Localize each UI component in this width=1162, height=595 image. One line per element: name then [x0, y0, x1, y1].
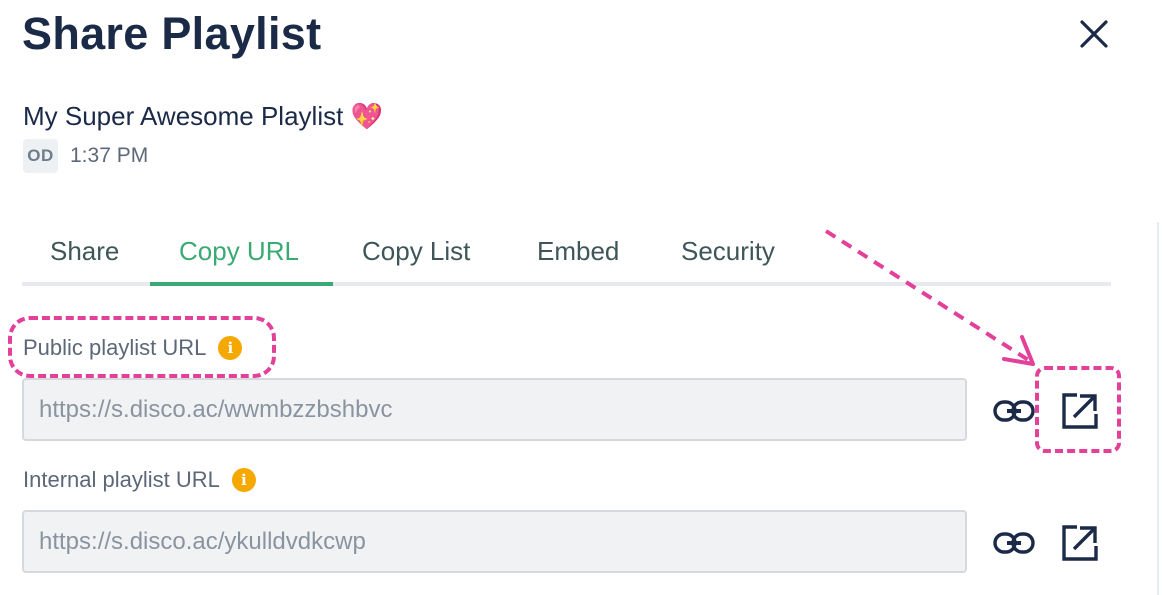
- tab-copy-url[interactable]: Copy URL: [179, 236, 299, 267]
- info-icon[interactable]: i: [218, 336, 243, 360]
- link-icon: [993, 532, 1035, 554]
- avatar: OD: [23, 139, 58, 173]
- public-url-label: Public playlist URL i: [23, 335, 243, 361]
- active-tab-indicator: [150, 282, 333, 286]
- open-internal-link-button[interactable]: [1058, 521, 1102, 565]
- dialog-title: Share Playlist: [22, 8, 322, 59]
- close-icon: [1080, 20, 1108, 48]
- timestamp: 1:37 PM: [70, 144, 149, 167]
- open-external-icon: [1062, 393, 1098, 429]
- public-url-label-text: Public playlist URL: [23, 335, 207, 360]
- copy-public-link-button[interactable]: [992, 389, 1036, 433]
- copy-internal-link-button[interactable]: [992, 521, 1036, 565]
- scroll-edge: [1157, 222, 1159, 595]
- internal-url-label: Internal playlist URL i: [23, 467, 256, 493]
- link-icon: [993, 400, 1035, 422]
- annotation-arrow: [824, 229, 1035, 366]
- tab-embed[interactable]: Embed: [537, 236, 619, 267]
- tab-copy-list[interactable]: Copy List: [362, 236, 470, 267]
- close-button[interactable]: [1072, 12, 1116, 56]
- tab-bar: Share Copy URL Copy List Embed Security: [22, 222, 1111, 286]
- info-icon[interactable]: i: [231, 468, 256, 492]
- internal-url-field[interactable]: [22, 510, 967, 573]
- internal-url-label-text: Internal playlist URL: [23, 467, 220, 492]
- public-url-field[interactable]: [22, 378, 967, 441]
- open-public-link-button[interactable]: [1058, 389, 1102, 433]
- tab-share[interactable]: Share: [50, 236, 119, 267]
- tab-security[interactable]: Security: [681, 236, 775, 267]
- open-external-icon: [1062, 525, 1098, 561]
- playlist-meta: OD 1:37 PM: [23, 139, 148, 173]
- playlist-name: My Super Awesome Playlist 💖: [23, 101, 383, 131]
